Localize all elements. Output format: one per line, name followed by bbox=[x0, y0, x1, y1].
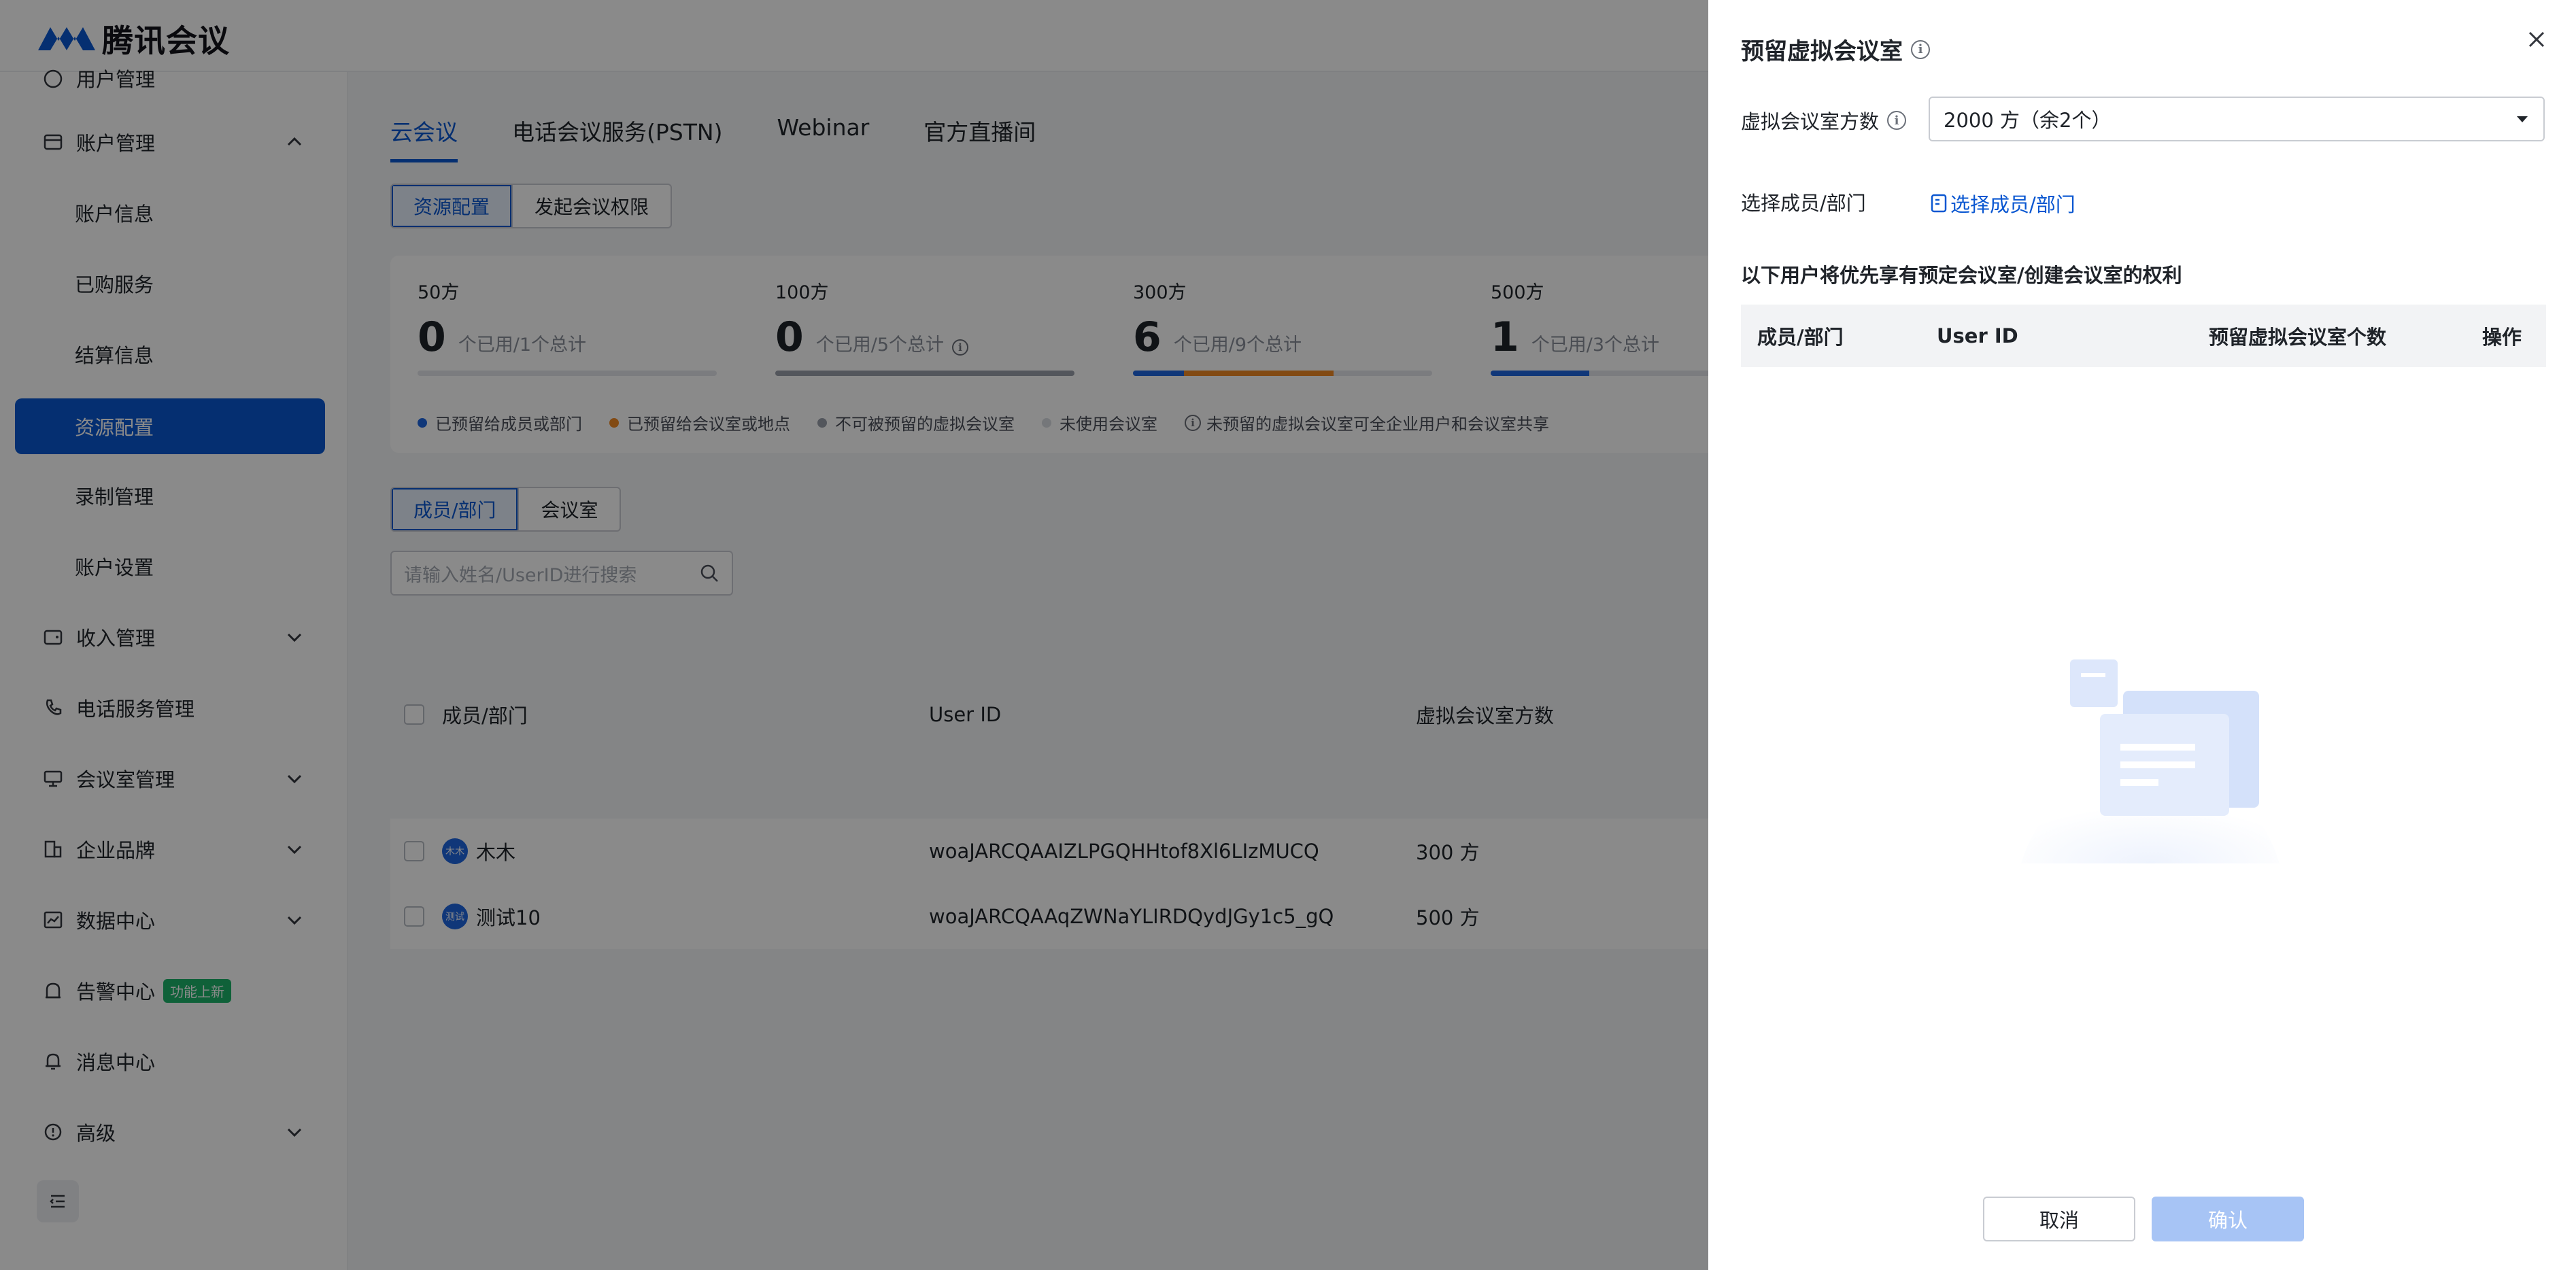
info-icon[interactable]: i bbox=[1911, 39, 1930, 59]
close-icon[interactable] bbox=[2524, 27, 2549, 52]
room-size-label-text: 虚拟会议室方数 bbox=[1741, 110, 1880, 133]
room-size-select[interactable]: 2000 方（余2个） bbox=[1929, 97, 2545, 141]
col-user-id: User ID bbox=[1937, 324, 2018, 347]
col-reserved-count: 预留虚拟会议室个数 bbox=[2209, 326, 2387, 349]
select-member-icon bbox=[1931, 194, 1947, 213]
info-icon[interactable]: i bbox=[1887, 111, 1907, 130]
member-label-text: 选择成员/部门 bbox=[1741, 192, 1866, 215]
col-member: 成员/部门 bbox=[1757, 326, 1844, 349]
reserve-room-drawer: 预留虚拟会议室 i 虚拟会议室方数 i 2000 方（余2个） 选择成员/部门 … bbox=[1708, 0, 2576, 1270]
select-members-link[interactable]: 选择成员/部门 bbox=[1930, 189, 2075, 218]
room-size-value: 2000 方（余2个） bbox=[1944, 109, 2112, 132]
member-label: 选择成员/部门 bbox=[1741, 188, 1866, 216]
caret-down-icon bbox=[2517, 116, 2528, 122]
reserved-table-header: 成员/部门 User ID 预留虚拟会议室个数 操作 bbox=[1741, 305, 2546, 367]
drawer-title-text: 预留虚拟会议室 bbox=[1741, 38, 1903, 65]
col-action: 操作 bbox=[2482, 326, 2522, 349]
drawer-title: 预留虚拟会议室 i bbox=[1741, 33, 1930, 66]
select-members-link-text: 选择成员/部门 bbox=[1950, 193, 2075, 216]
cancel-button[interactable]: 取消 bbox=[1983, 1197, 2135, 1241]
priority-description: 以下用户将优先享有预定会议室/创建会议室的权利 bbox=[1741, 264, 2182, 287]
confirm-button[interactable]: 确认 bbox=[2152, 1197, 2304, 1241]
empty-state-illustration bbox=[2021, 659, 2280, 863]
room-size-label: 虚拟会议室方数 i bbox=[1741, 106, 1907, 135]
